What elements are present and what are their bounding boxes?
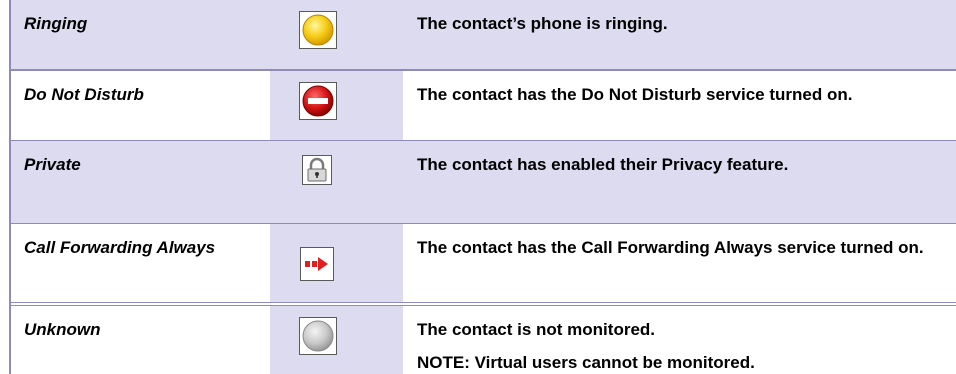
gray-circle-icon: [299, 317, 337, 355]
table-row: Do Not Disturb The contact has the Do No…: [11, 71, 956, 140]
status-name: Call Forwarding Always: [24, 238, 216, 257]
yellow-circle-icon: [299, 11, 337, 49]
note-text: NOTE: Virtual users cannot be monitored.: [417, 353, 755, 372]
status-description: The contact’s phone is ringing.: [417, 14, 668, 33]
row-divider: [11, 302, 956, 303]
status-name: Ringing: [24, 14, 88, 33]
status-description: The contact has enabled their Privacy fe…: [417, 155, 789, 174]
description-text: The contact is not monitored.: [417, 320, 656, 339]
status-description: The contact is not monitored. NOTE: Virt…: [417, 319, 947, 373]
status-description: The contact has the Do Not Disturb servi…: [417, 85, 853, 104]
red-arrow-icon: [300, 247, 334, 281]
table-row: Private The contact has enabled their Pr…: [11, 141, 956, 223]
no-entry-icon: [299, 82, 337, 120]
status-description: The contact has the Call Forwarding Alwa…: [417, 238, 924, 257]
table-row: Unknown The contact is not monitored. NO…: [11, 306, 956, 374]
status-name: Do Not Disturb: [24, 85, 144, 104]
status-name: Private: [24, 155, 81, 174]
padlock-icon: [302, 155, 332, 185]
table-row: Call Forwarding Always The contact has t…: [11, 224, 956, 302]
status-name: Unknown: [24, 320, 101, 339]
table-row: Ringing The contact’s phone is ringing.: [11, 0, 956, 69]
